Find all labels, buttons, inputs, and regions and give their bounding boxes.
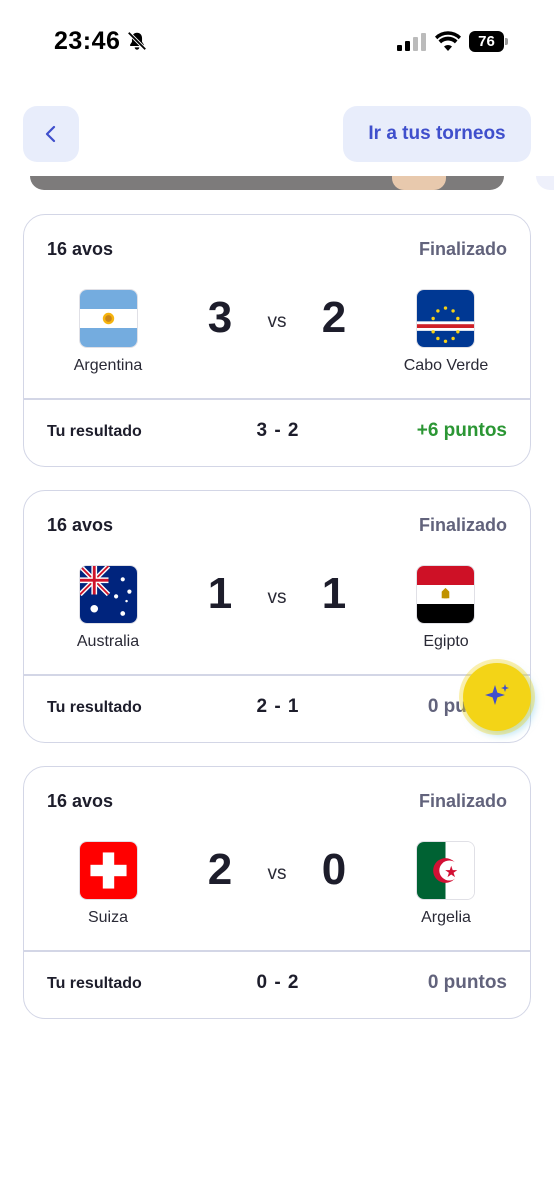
- match-card[interactable]: 16 avos Finalizado Suiza 2 vs 0 Argelia …: [23, 766, 531, 1019]
- sparkle-icon: [485, 684, 509, 705]
- card-divider: [24, 950, 530, 952]
- egipto-flag-icon: [416, 565, 475, 624]
- battery-level: 76: [469, 31, 504, 52]
- away-team-name: Argelia: [421, 909, 471, 926]
- suiza-flag-icon: [79, 841, 138, 900]
- wifi-icon: [435, 31, 461, 51]
- status-time: 23:46: [54, 27, 121, 55]
- home-score: 2: [207, 845, 233, 894]
- match-round: 16 avos: [47, 791, 114, 811]
- chevron-left-icon: [45, 125, 56, 143]
- ai-assistant-button[interactable]: [463, 663, 531, 731]
- your-result-label: Tu resultado: [47, 975, 142, 992]
- away-score: 2: [321, 293, 347, 342]
- match-round: 16 avos: [47, 515, 114, 535]
- vs-label: vs: [267, 587, 287, 608]
- argentina-flag-icon: [79, 289, 138, 348]
- cabo-verde-flag-icon: [416, 289, 475, 348]
- points-earned: 0 puntos: [427, 972, 507, 993]
- back-button[interactable]: [23, 106, 79, 162]
- match-status: Finalizado: [418, 515, 507, 535]
- status-bar: 23:46 76: [0, 0, 554, 84]
- match-card[interactable]: 16 avos Finalizado Australia 1 vs 1 Egip…: [23, 490, 531, 743]
- your-result-label: Tu resultado: [47, 699, 142, 716]
- battery-cap: [505, 38, 508, 45]
- home-team-name: Suiza: [87, 909, 129, 926]
- card-divider: [24, 674, 530, 676]
- banner-image-detail: [392, 176, 446, 190]
- match-status: Finalizado: [418, 791, 507, 811]
- away-team-name: Cabo Verde: [403, 357, 489, 374]
- card-divider: [24, 398, 530, 400]
- your-result-score: 0 - 2: [256, 972, 300, 993]
- home-score: 1: [207, 569, 233, 618]
- vs-label: vs: [267, 863, 287, 884]
- your-result-score: 3 - 2: [256, 420, 300, 441]
- your-result-score: 2 - 1: [256, 696, 300, 717]
- match-round: 16 avos: [47, 239, 114, 259]
- battery-indicator: 76: [469, 31, 509, 52]
- australia-flag-icon: [79, 565, 138, 624]
- match-status: Finalizado: [418, 239, 507, 259]
- away-team-name: Egipto: [423, 633, 469, 650]
- banner-next-card: [536, 176, 554, 190]
- away-score: 1: [321, 569, 347, 618]
- go-to-tournaments-button[interactable]: Ir a tus torneos: [343, 106, 531, 162]
- your-result-label: Tu resultado: [47, 423, 142, 440]
- match-card[interactable]: 16 avos Finalizado Argentina 3 vs 2 Cabo…: [23, 214, 531, 467]
- home-score: 3: [207, 293, 233, 342]
- home-team-name: Australia: [76, 633, 140, 650]
- bell-off-icon: [127, 31, 147, 51]
- away-score: 0: [321, 845, 347, 894]
- vs-label: vs: [267, 311, 287, 332]
- signal-icon: [397, 33, 426, 51]
- home-team-name: Argentina: [73, 357, 143, 374]
- argelia-flag-icon: [416, 841, 475, 900]
- points-earned: +6 puntos: [416, 420, 507, 441]
